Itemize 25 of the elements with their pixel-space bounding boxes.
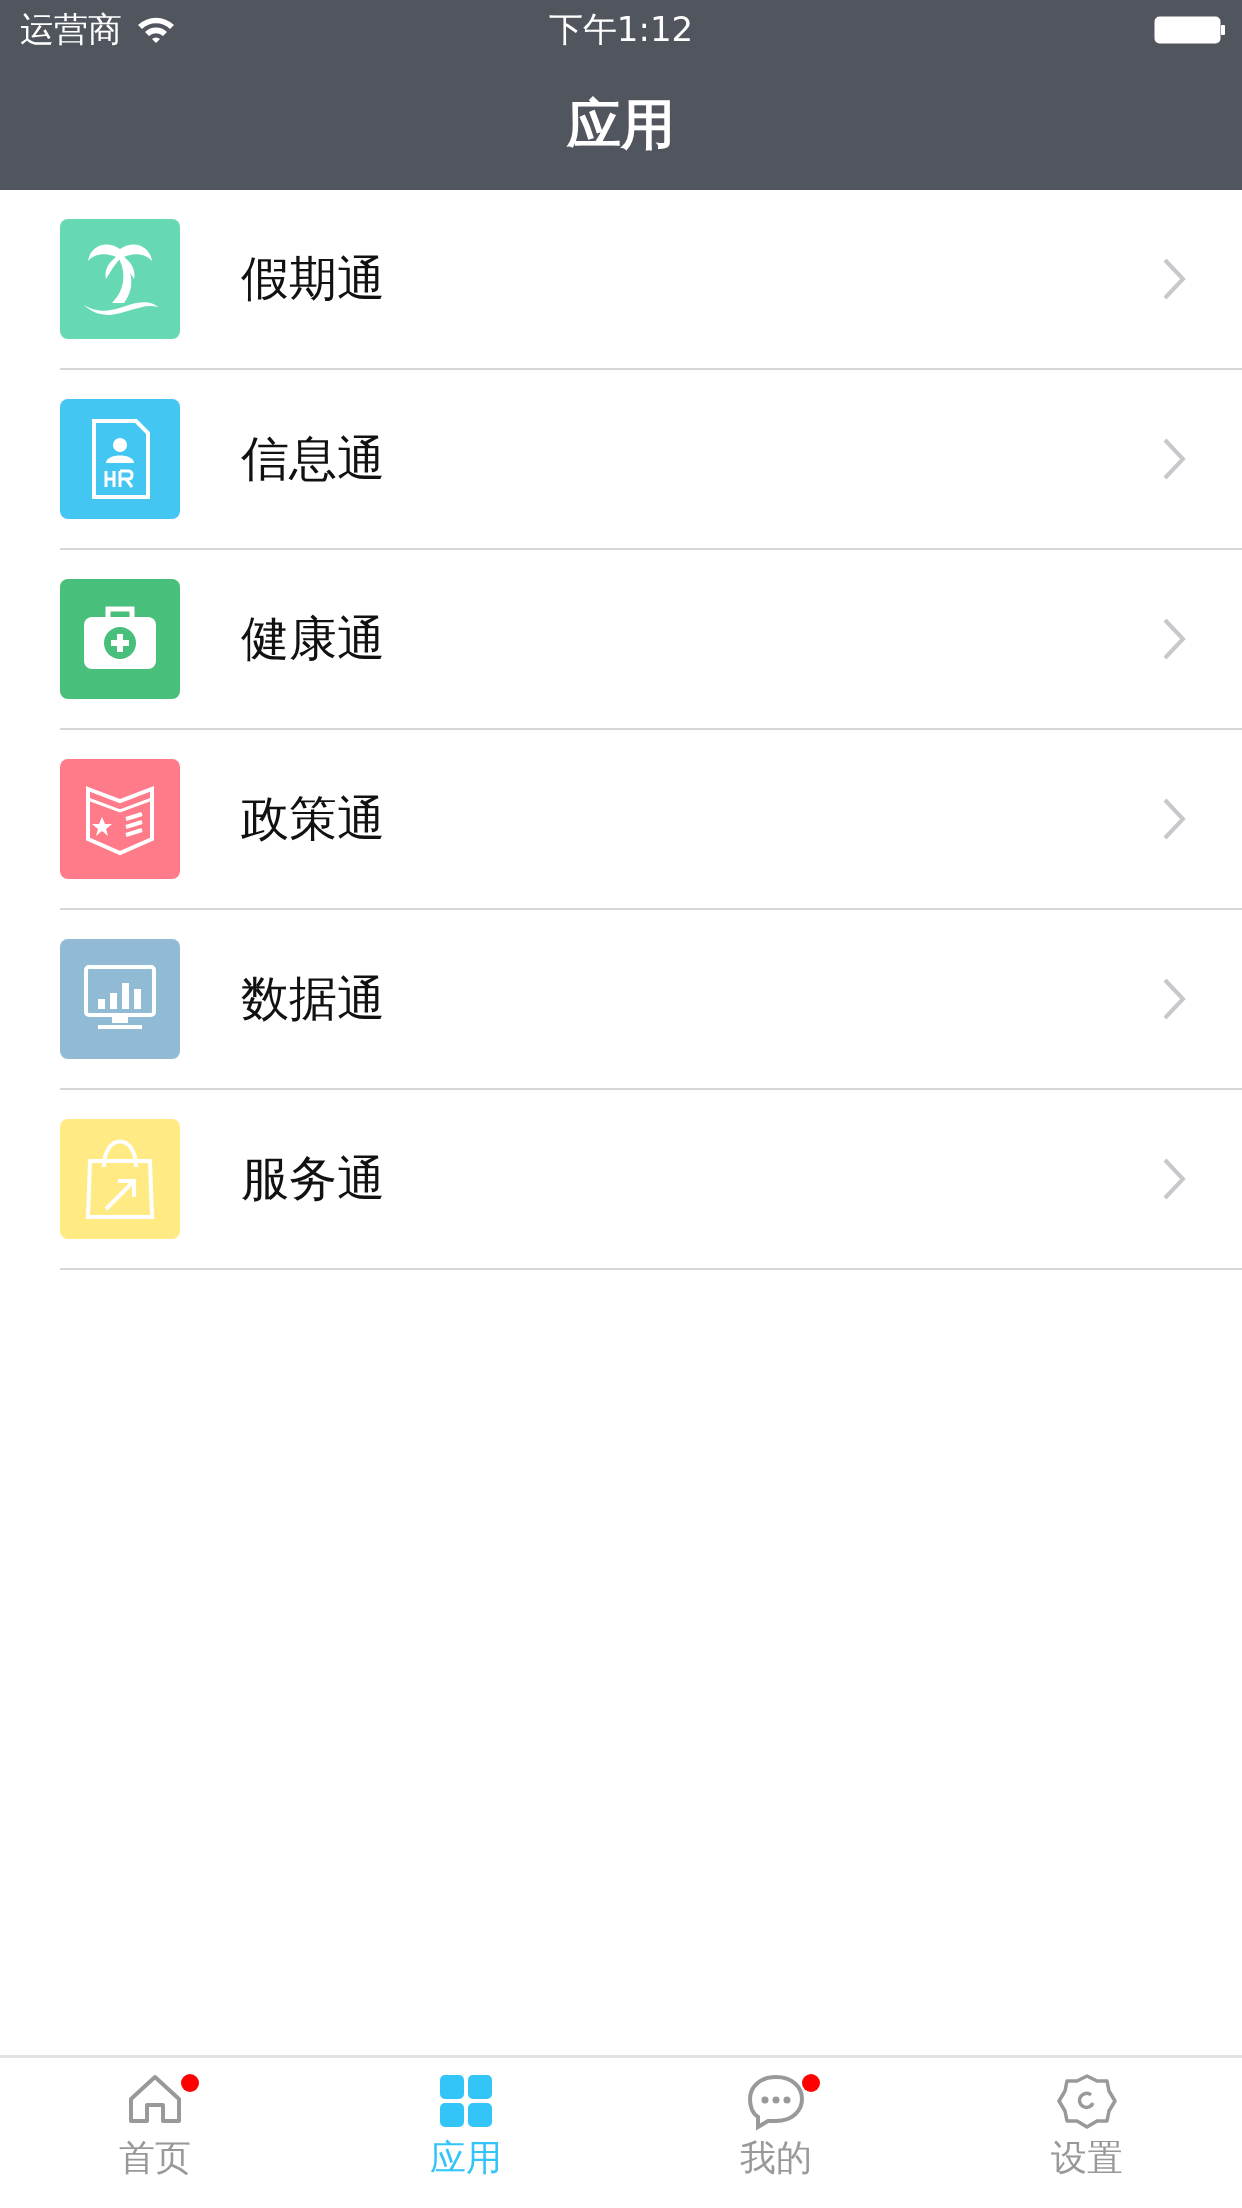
app-icon[interactable] bbox=[60, 219, 180, 339]
menu-item-label[interactable]: 健康通 bbox=[241, 607, 385, 671]
chevron-icon bbox=[1162, 617, 1186, 661]
carrier-name: 运营商 bbox=[20, 8, 122, 51]
menu-item-label[interactable]: 假期通 bbox=[241, 247, 385, 311]
chat-icon bbox=[746, 2072, 807, 2132]
wifi-icon bbox=[136, 15, 176, 45]
chevron-icon bbox=[1162, 977, 1186, 1021]
menu-item-label[interactable]: 信息通 bbox=[241, 427, 385, 491]
menu-item-label[interactable]: 服务通 bbox=[241, 1147, 385, 1211]
app-icon[interactable] bbox=[60, 1119, 180, 1239]
menu-item-label[interactable]: 数据通 bbox=[241, 967, 385, 1031]
app-icon[interactable] bbox=[60, 939, 180, 1059]
chevron-icon bbox=[1162, 1157, 1186, 1201]
chevron-icon bbox=[1162, 797, 1186, 841]
menu-item-label[interactable]: 政策通 bbox=[241, 787, 385, 851]
app-icon[interactable] bbox=[60, 399, 180, 519]
page-title: 应用 bbox=[567, 91, 675, 158]
gear-icon bbox=[1056, 2072, 1117, 2132]
app-icon[interactable] bbox=[60, 579, 180, 699]
app-icon[interactable] bbox=[60, 759, 180, 879]
battery-icon bbox=[1154, 15, 1226, 45]
status-time: 下午1:12 bbox=[548, 8, 694, 51]
chevron-icon bbox=[1162, 257, 1186, 301]
chevron-icon bbox=[1162, 437, 1186, 481]
